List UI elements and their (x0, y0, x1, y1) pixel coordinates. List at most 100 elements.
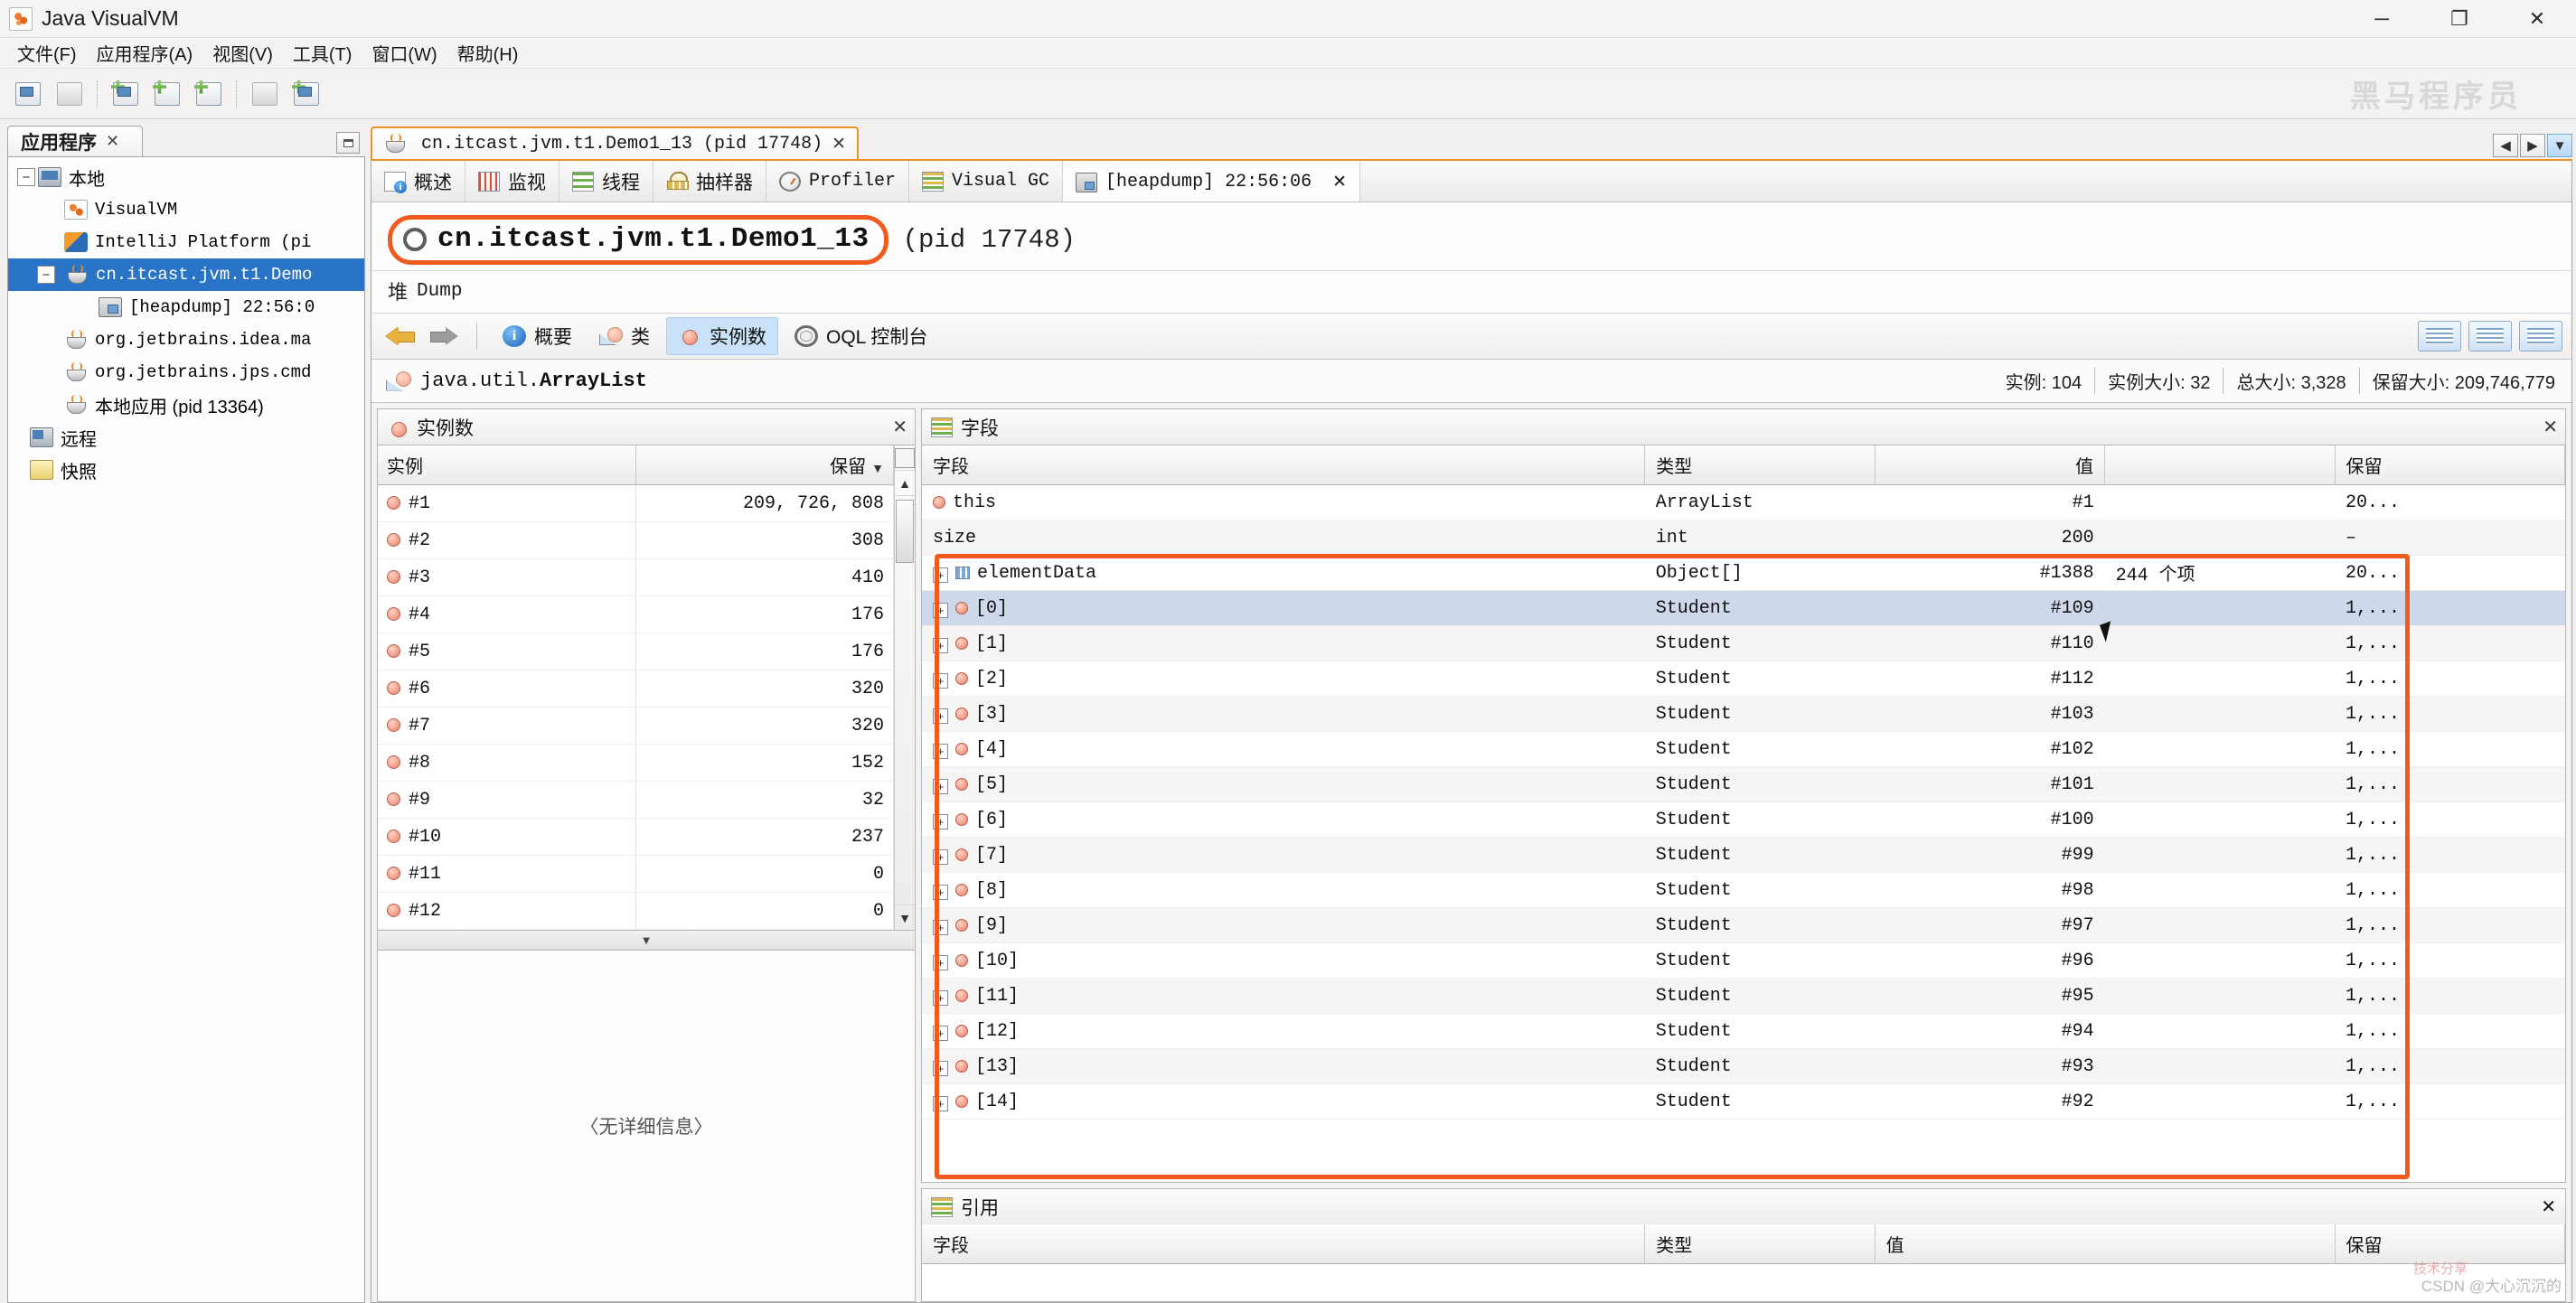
sidebar-item-remote[interactable]: 远程 (8, 421, 364, 454)
expander-plus-icon[interactable]: + (933, 1025, 948, 1041)
profiler-snapshot-button[interactable] (246, 76, 284, 112)
table-row[interactable]: #6 320 (378, 670, 895, 708)
col-field[interactable]: 字段 (922, 445, 1646, 485)
instances-vertical-scrollbar[interactable]: ▲ ▼ (894, 445, 915, 930)
tab-sampler[interactable]: 抽样器 (653, 161, 766, 202)
scroll-thumb[interactable] (896, 500, 914, 563)
tab-threads[interactable]: 线程 (559, 161, 653, 202)
tab-overview[interactable]: 概述 (371, 161, 465, 202)
col-field[interactable]: 字段 (922, 1224, 1646, 1264)
expander-demo1-13[interactable]: − (37, 266, 55, 284)
tab-list-button[interactable]: ▼ (2547, 134, 2572, 157)
table-row[interactable]: #1 209, 726, 808 (378, 484, 895, 522)
forward-arrow-icon[interactable] (426, 321, 462, 352)
table-row[interactable]: + [7] Student #99 1,... (922, 837, 2565, 873)
tab-heapdump-close-icon[interactable]: ✕ (1332, 172, 1347, 192)
table-row[interactable]: + [3] Student #103 1,... (922, 696, 2565, 732)
sidebar-item-local[interactable]: − 本地 (8, 161, 364, 193)
expander-plus-icon[interactable]: + (933, 919, 948, 935)
load-snapshot-button[interactable] (9, 76, 47, 112)
table-row[interactable]: + [11] Student #95 1,... (922, 978, 2565, 1014)
add-remote-host-button[interactable] (107, 76, 145, 112)
nav-instances[interactable]: 实例数 (666, 317, 778, 355)
table-row[interactable]: + [10] Student #96 1,... (922, 942, 2565, 979)
expander-plus-icon[interactable]: + (933, 954, 948, 970)
table-row[interactable]: #8 152 (378, 744, 895, 782)
menu-view[interactable]: 视图(V) (202, 37, 283, 69)
col-type[interactable]: 类型 (1644, 445, 1876, 485)
tab-heapdump[interactable]: [heapdump] 22:56:06 ✕ (1063, 161, 1361, 202)
expander-plus-icon[interactable]: + (933, 637, 948, 653)
instances-column-options-button[interactable] (895, 445, 915, 471)
sidebar-item-jetbrains-idea-maven[interactable]: org.jetbrains.idea.ma (8, 323, 364, 356)
sidebar-item-heapdump[interactable]: [heapdump] 22:56:0 (8, 291, 364, 323)
table-row[interactable]: #2 308 (378, 521, 895, 559)
document-tab-demo1-13[interactable]: cn.itcast.jvm.t1.Demo1_13 (pid 17748) ✕ (371, 127, 859, 159)
expander-local[interactable]: − (17, 168, 35, 186)
minimize-pane-button[interactable] (336, 132, 360, 154)
table-row[interactable]: + [1] Student #110 1,... (922, 625, 2565, 661)
save-snapshot-button[interactable] (51, 76, 89, 112)
expander-plus-icon[interactable]: + (933, 848, 948, 865)
instances-collapse-strip[interactable]: ▼ (377, 931, 916, 951)
table-row[interactable]: size int 200 – (922, 520, 2565, 556)
tab-profiler[interactable]: Profiler (766, 161, 910, 202)
sidebar-item-snapshots[interactable]: 快照 (8, 454, 364, 486)
table-row[interactable]: this ArrayList #1 20... (922, 484, 2565, 520)
tab-scroll-left-button[interactable]: ◀ (2493, 134, 2518, 157)
table-row[interactable]: #11 0 (378, 855, 895, 893)
table-row[interactable]: #10 237 (378, 818, 895, 856)
table-row[interactable]: #9 32 (378, 781, 895, 819)
view-mode-2-button[interactable] (2468, 321, 2512, 352)
new-window-button[interactable] (287, 76, 325, 112)
expander-plus-icon[interactable]: + (933, 1095, 948, 1111)
table-row[interactable]: #12 0 (378, 892, 895, 930)
table-row[interactable]: + [0] Student #109 1,... (922, 590, 2565, 626)
expander-plus-icon[interactable]: + (933, 602, 948, 618)
sidebar-item-jetbrains-jps-cmdline[interactable]: org.jetbrains.jps.cmd (8, 356, 364, 389)
view-mode-3-button[interactable] (2519, 321, 2562, 352)
menu-help[interactable]: 帮助(H) (447, 37, 529, 69)
table-row[interactable]: #3 410 (378, 558, 895, 596)
col-retained[interactable]: 保留 ▼ (635, 445, 895, 485)
table-row[interactable]: + [14] Student #92 1,... (922, 1083, 2565, 1120)
scroll-up-button[interactable]: ▲ (895, 471, 915, 496)
sidebar-item-local-app[interactable]: 本地应用 (pid 13364) (8, 389, 364, 421)
expander-plus-icon[interactable]: + (933, 743, 948, 759)
add-jmx-connection-button[interactable] (148, 76, 186, 112)
tab-applications[interactable]: 应用程序 ✕ (7, 126, 143, 156)
tab-monitor[interactable]: 监视 (465, 161, 559, 202)
instances-table[interactable]: 实例 保留 ▼ #1 209, 726, 808 #2 308 #3 410 #… (378, 445, 895, 930)
table-row[interactable]: #5 176 (378, 633, 895, 670)
tab-applications-close-icon[interactable]: ✕ (106, 132, 119, 151)
applications-tree[interactable]: − 本地 VisualVM IntelliJ Platform (pi − cn… (7, 157, 365, 1303)
tab-scroll-right-button[interactable]: ▶ (2520, 134, 2545, 157)
col-instance[interactable]: 实例 (378, 445, 636, 485)
scroll-down-button[interactable]: ▼ (895, 905, 915, 930)
menu-window[interactable]: 窗口(W) (362, 37, 447, 69)
expander-plus-icon[interactable]: + (933, 884, 948, 900)
menu-file[interactable]: 文件(F) (7, 37, 87, 69)
table-row[interactable]: + [12] Student #94 1,... (922, 1013, 2565, 1049)
menu-applications[interactable]: 应用程序(A) (87, 37, 203, 69)
expander-plus-icon[interactable]: + (933, 813, 948, 830)
expander-plus-icon[interactable]: + (933, 778, 948, 794)
maximize-button[interactable]: ❐ (2421, 0, 2498, 37)
col-value[interactable]: 值 (1875, 445, 2106, 485)
col-retained[interactable]: 保留 (2335, 1224, 2565, 1264)
menu-tools[interactable]: 工具(T) (283, 37, 362, 69)
sidebar-item-demo1-13[interactable]: − cn.itcast.jvm.t1.Demo (8, 258, 364, 291)
sidebar-item-intellij[interactable]: IntelliJ Platform (pi (8, 226, 364, 258)
add-application-button[interactable] (190, 76, 228, 112)
expander-plus-icon[interactable]: + (933, 672, 948, 689)
table-row[interactable]: #4 176 (378, 595, 895, 633)
table-row[interactable]: + [2] Student #112 1,... (922, 661, 2565, 697)
col-type[interactable]: 类型 (1644, 1224, 1876, 1264)
table-row[interactable]: + [5] Student #101 1,... (922, 766, 2565, 802)
references-table[interactable]: 字段 类型 值 保留 (922, 1224, 2565, 1264)
instances-panel-close-icon[interactable]: ✕ (892, 416, 907, 438)
nav-classes[interactable]: 类 (588, 318, 661, 354)
fields-panel-close-icon[interactable]: ✕ (2543, 416, 2558, 438)
expander-plus-icon[interactable]: + (933, 708, 948, 724)
nav-oql-console[interactable]: OQL 控制台 (784, 318, 938, 354)
